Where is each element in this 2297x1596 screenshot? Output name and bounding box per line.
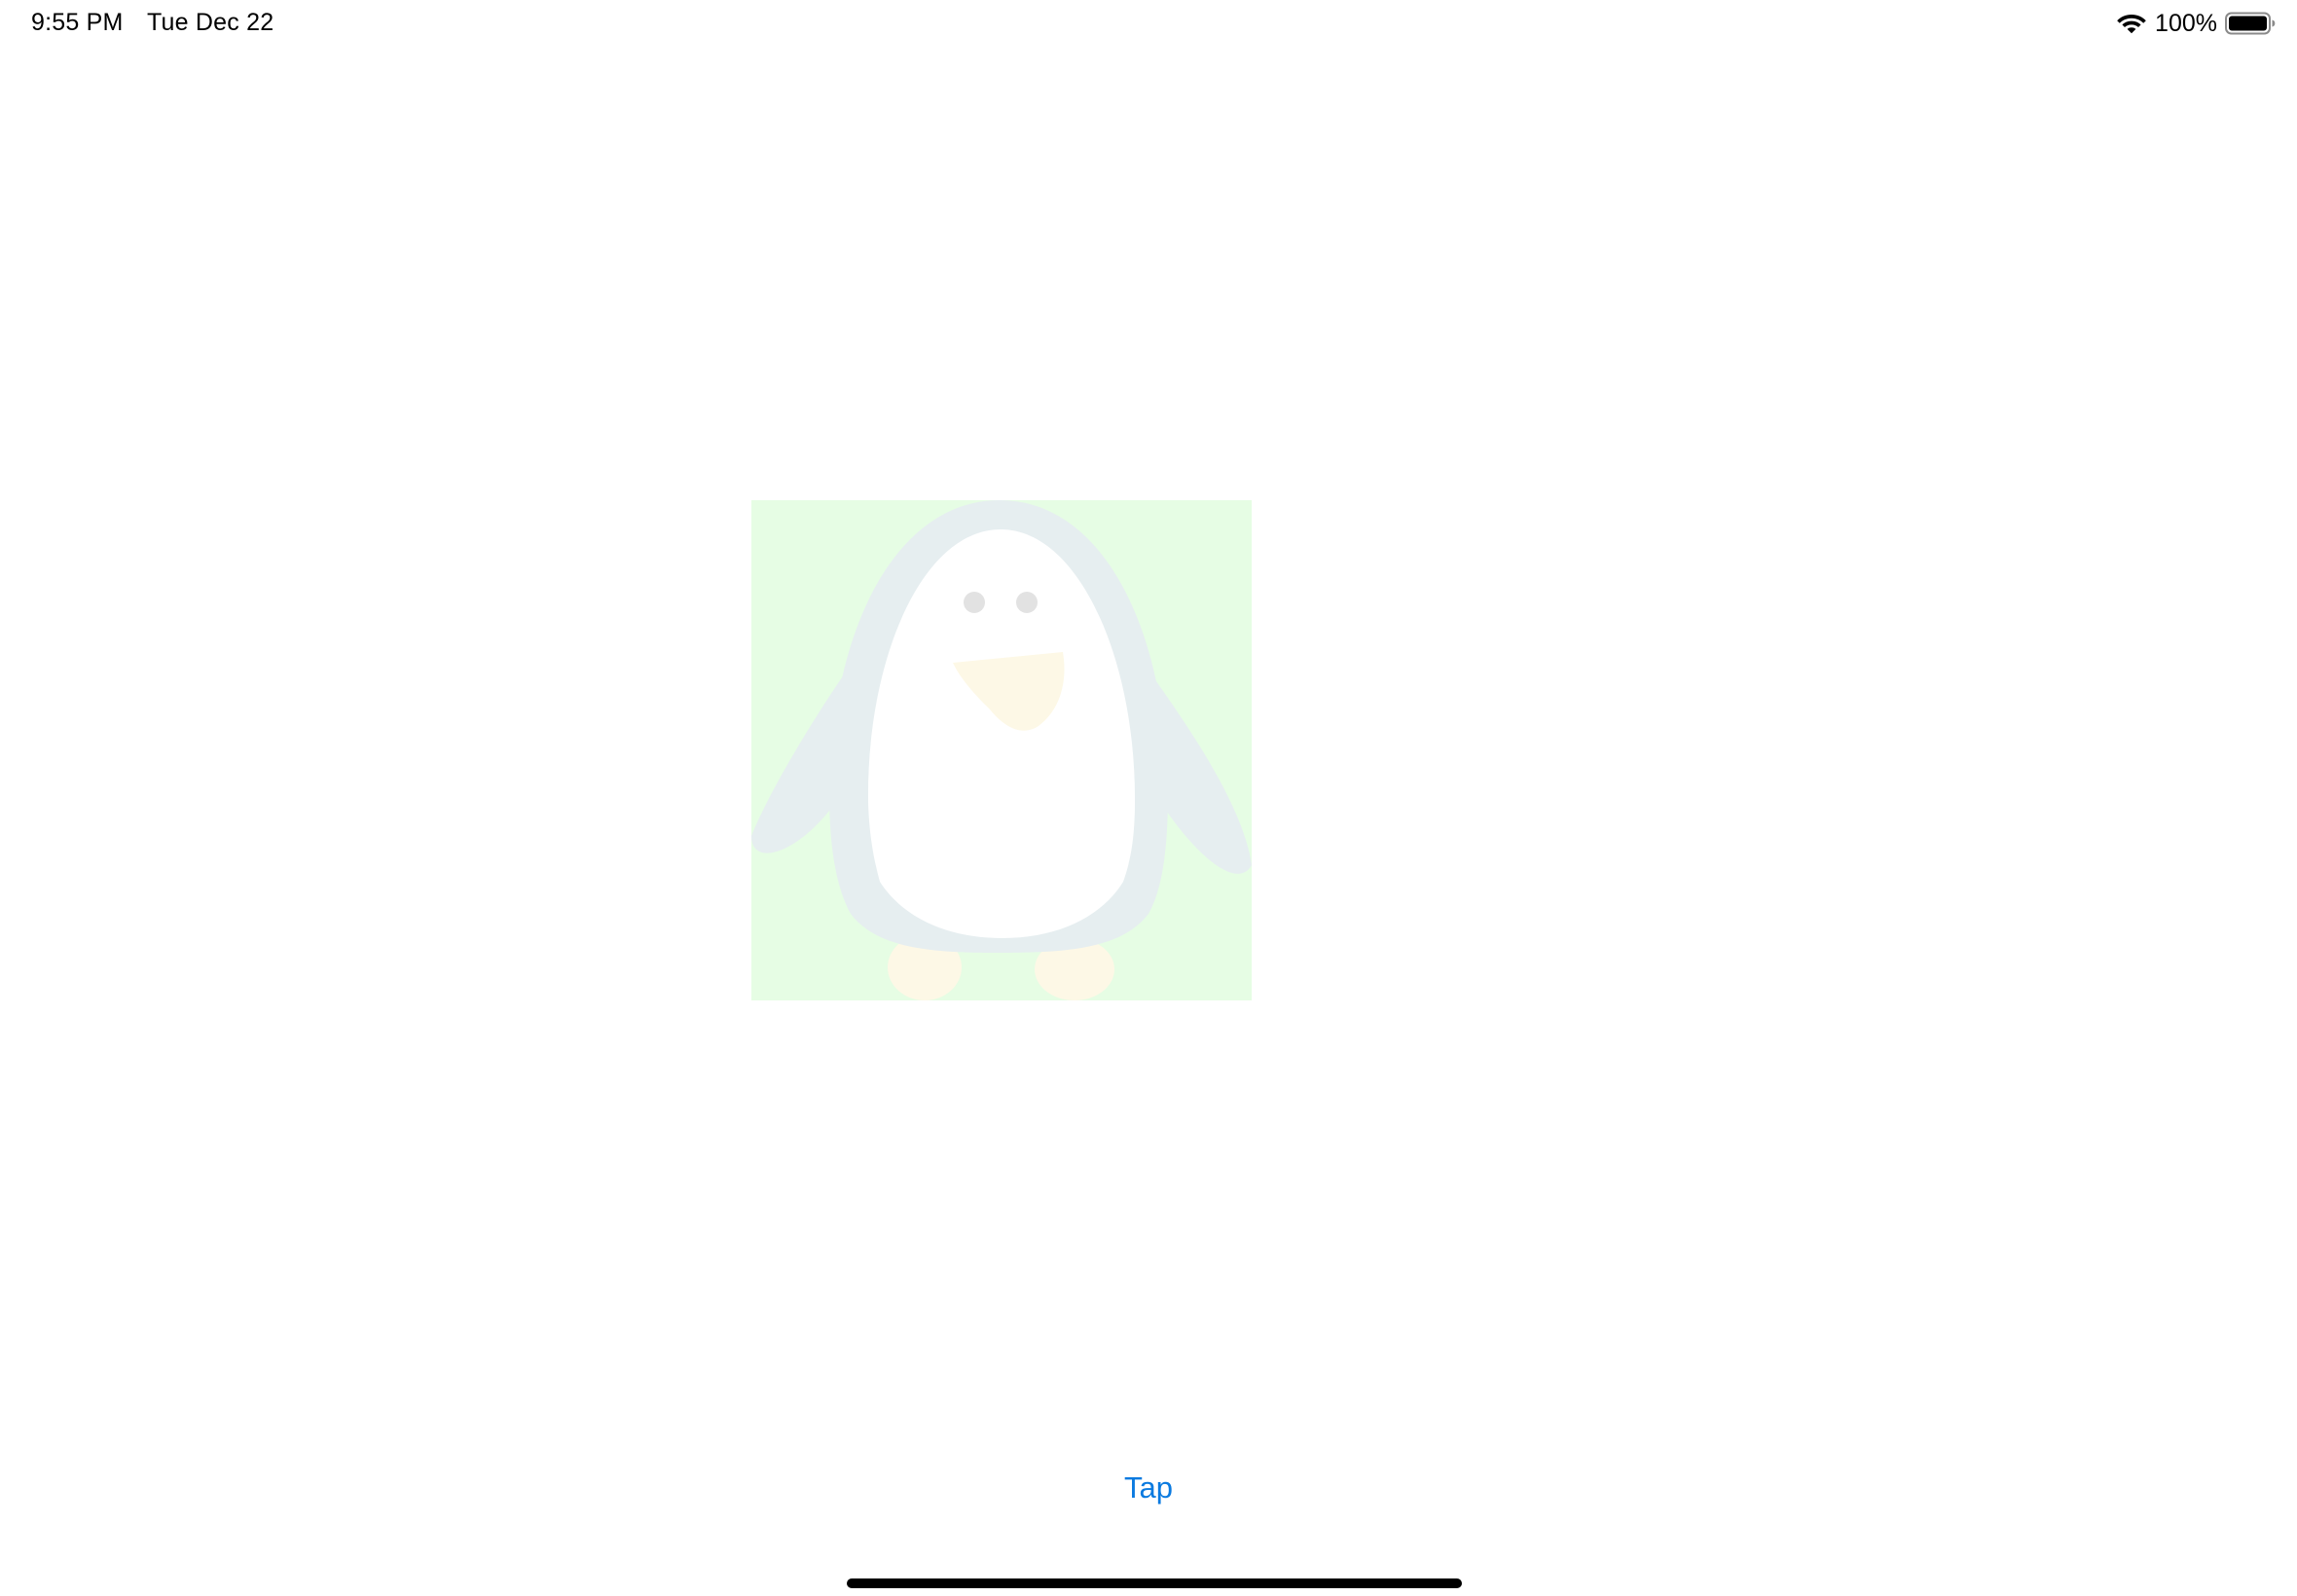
wifi-icon (2117, 15, 2146, 34)
tap-button[interactable]: Tap (1100, 1464, 1197, 1512)
battery-percentage: 100% (2155, 10, 2217, 37)
status-indicators: 100% (2116, 6, 2276, 41)
status-date: Tue Dec 22 (147, 9, 274, 36)
penguin-icon (751, 500, 1252, 1000)
penguin-image (751, 500, 1252, 1000)
status-time: 9:55 PM (31, 9, 124, 36)
status-bar: 9:55 PM Tue Dec 22 100% (0, 0, 2297, 47)
battery-full-icon (2225, 12, 2276, 35)
home-indicator[interactable] (847, 1578, 1462, 1588)
